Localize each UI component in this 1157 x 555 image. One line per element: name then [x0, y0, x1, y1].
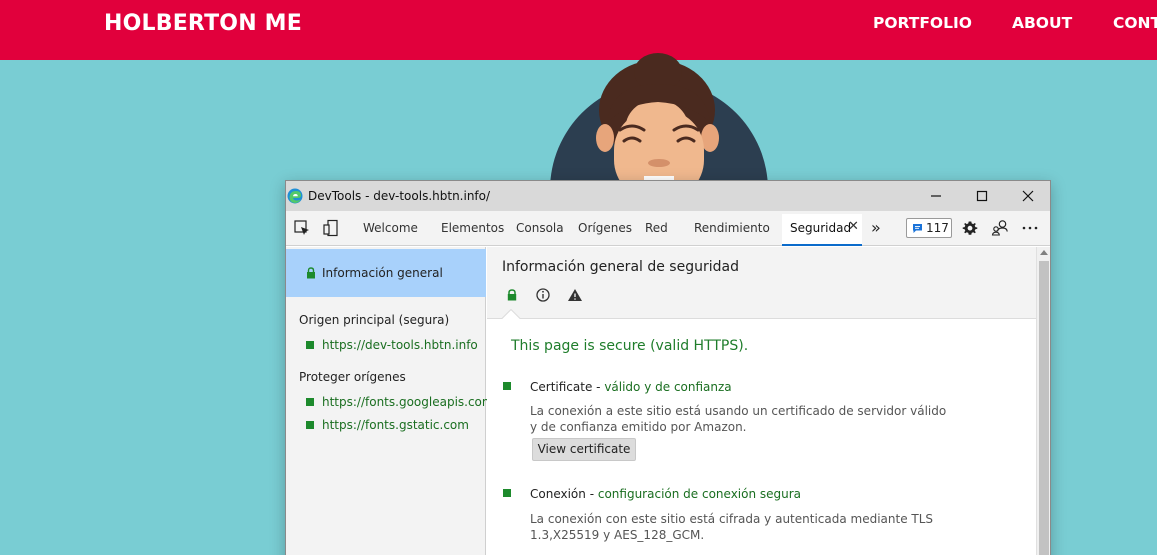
close-icon — [1022, 190, 1034, 202]
tab-elementos[interactable]: Elementos — [441, 221, 504, 235]
main-origin-heading: Origen principal (segura) — [299, 313, 450, 327]
origin-link: https://dev-tools.hbtn.info — [322, 338, 478, 352]
device-emulation-icon[interactable] — [322, 219, 340, 237]
avatar-illustration — [550, 53, 768, 200]
lock-icon[interactable] — [504, 287, 520, 303]
feedback-icon[interactable] — [991, 219, 1009, 237]
view-certificate-button[interactable]: View certificate — [532, 438, 636, 461]
close-window-button[interactable] — [1005, 181, 1050, 211]
issues-counter-button[interactable]: 117 — [906, 218, 952, 238]
sidebar-item-overview[interactable]: Información general — [286, 249, 486, 297]
secure-indicator-icon — [306, 421, 314, 429]
more-tabs-button[interactable]: » — [871, 218, 881, 237]
separator: - — [592, 380, 605, 394]
site-logo[interactable]: HOLBERTON ME — [104, 11, 302, 36]
page-title: Información general de seguridad — [502, 259, 739, 275]
origin-link: https://fonts.googleapis.com — [322, 395, 494, 409]
edge-logo-icon — [287, 188, 303, 204]
scrollbar-thumb[interactable] — [1039, 261, 1049, 555]
sidebar-item-overview-label: Información general — [322, 266, 443, 280]
tab-welcome[interactable]: Welcome — [363, 221, 418, 235]
connection-status: configuración de conexión segura — [597, 487, 802, 501]
certificate-section-title: Certificate - válido y de confianza — [530, 380, 732, 394]
tab-origenes[interactable]: Orígenes — [578, 221, 632, 235]
security-overview-header: Información general de seguridad — [487, 247, 1036, 320]
tab-seguridad[interactable]: Seguridad ✕ — [782, 214, 862, 246]
more-options-icon[interactable] — [1021, 219, 1039, 237]
message-icon — [913, 224, 922, 233]
devtools-toolbar: Welcome Elementos Consola Orígenes Red R… — [286, 211, 1050, 246]
maximize-button[interactable] — [959, 181, 1005, 211]
nav-link-portfolio[interactable]: PORTFOLIO — [873, 14, 972, 32]
minimize-icon — [931, 195, 941, 197]
inspect-element-icon[interactable] — [293, 219, 311, 237]
info-icon[interactable] — [535, 287, 551, 303]
connection-section-title: Conexión - configuración de conexión seg… — [530, 487, 801, 501]
tab-seguridad-label: Seguridad — [790, 221, 852, 235]
devtools-window: DevTools - dev-tools.hbtn.info/ Welcome … — [285, 180, 1051, 555]
maximize-icon — [976, 190, 988, 202]
secure-indicator-icon — [306, 398, 314, 406]
connection-description: La conexión con este sitio está cifrada … — [530, 512, 934, 542]
certificate-label: Certificate — [530, 380, 593, 394]
security-sidebar: Información general Origen principal (se… — [286, 247, 494, 555]
issues-count: 117 — [926, 221, 949, 235]
close-tab-icon[interactable]: ✕ — [848, 219, 859, 234]
secure-indicator-icon — [503, 489, 511, 497]
warning-icon[interactable] — [567, 287, 583, 303]
devtools-titlebar[interactable]: DevTools - dev-tools.hbtn.info/ — [286, 181, 1050, 211]
tab-rendimiento[interactable]: Rendimiento — [694, 221, 770, 235]
origin-link: https://fonts.gstatic.com — [322, 418, 469, 432]
secure-indicator-icon — [306, 341, 314, 349]
tab-consola[interactable]: Consola — [516, 221, 564, 235]
secure-summary-message: This page is secure (valid HTTPS). — [511, 338, 749, 354]
minimize-button[interactable] — [913, 181, 959, 211]
nav-link-about[interactable]: ABOUT — [1012, 14, 1072, 32]
scroll-up-arrow-icon[interactable] — [1040, 250, 1048, 255]
secure-indicator-icon — [503, 382, 511, 390]
devtools-window-title: DevTools - dev-tools.hbtn.info/ — [308, 189, 491, 203]
content-scrollbar[interactable] — [1036, 247, 1050, 555]
nav-link-contact[interactable]: CONT — [1113, 14, 1157, 32]
tab-red[interactable]: Red — [645, 221, 668, 235]
security-overview-content: This page is secure (valid HTTPS). Certi… — [487, 319, 1036, 555]
certificate-description: La conexión a este sitio está usando un … — [530, 404, 947, 434]
settings-gear-icon[interactable] — [961, 219, 979, 237]
lock-icon — [307, 267, 315, 279]
connection-label: Conexión — [530, 487, 586, 501]
separator: - — [585, 487, 598, 501]
certificate-status: válido y de confianza — [604, 380, 732, 394]
secure-origins-heading: Proteger orígenes — [299, 370, 406, 384]
